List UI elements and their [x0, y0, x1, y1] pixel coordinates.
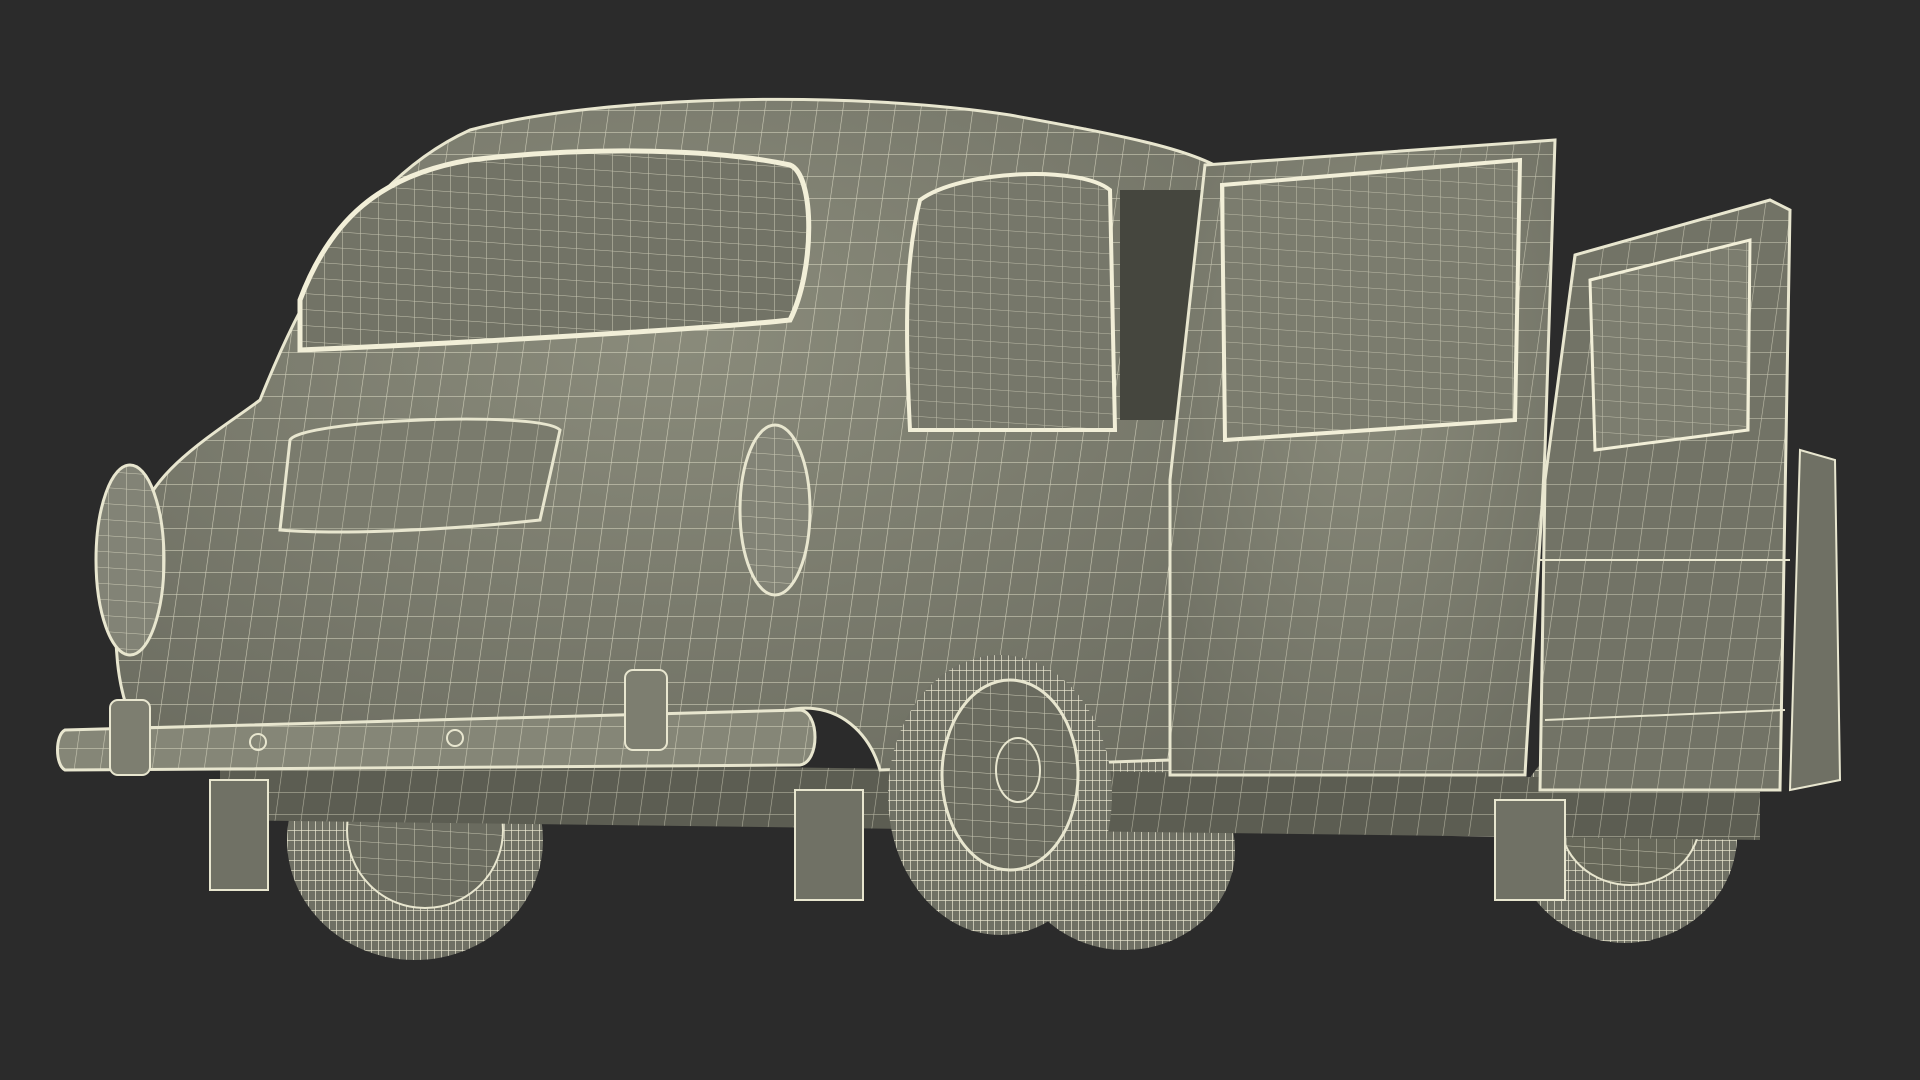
rear-right-wheel [888, 655, 1112, 935]
front-door-open [1538, 198, 1792, 792]
left-tail-light [94, 463, 166, 657]
trunk-lid [278, 417, 562, 534]
render-viewport [0, 0, 1920, 1080]
front-fender [1788, 448, 1842, 792]
side-rear-window [905, 172, 1118, 432]
car-wireframe-render [56, 97, 1842, 960]
right-tail-light [738, 423, 812, 597]
rear-door-open [1168, 138, 1557, 777]
rear-window [297, 148, 812, 353]
